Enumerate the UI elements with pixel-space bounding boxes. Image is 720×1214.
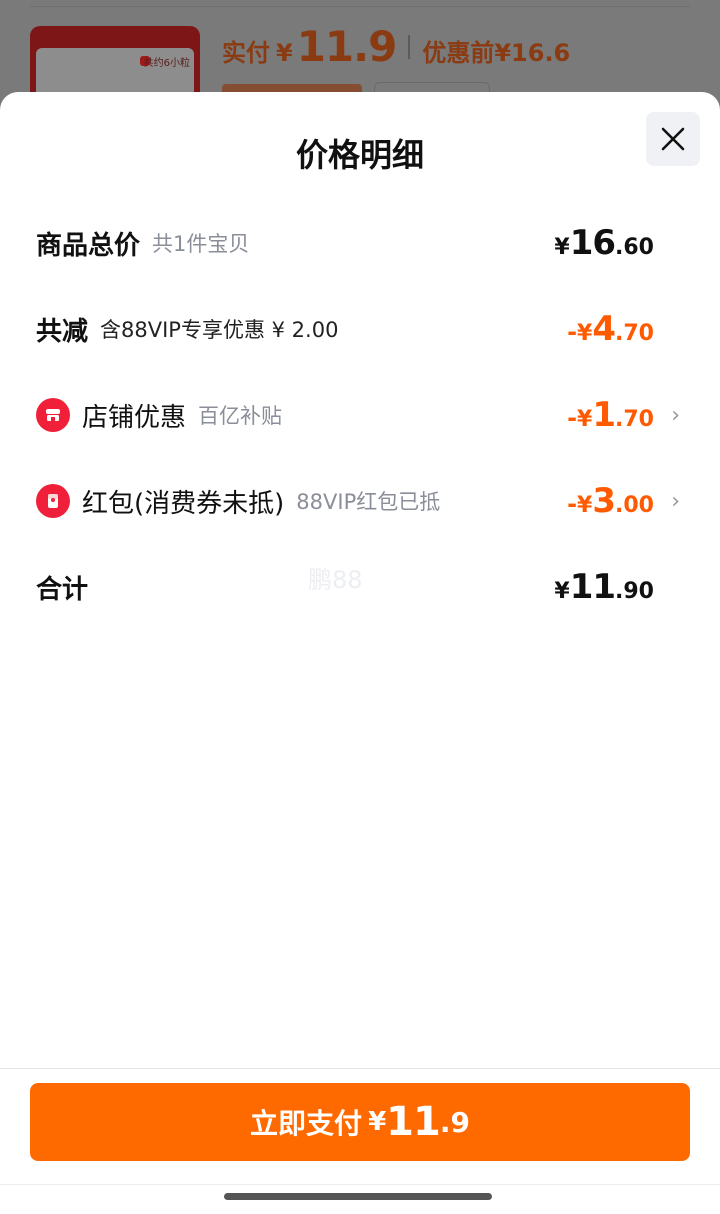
amount-integer: 1 xyxy=(592,395,616,435)
price-separator xyxy=(408,34,411,59)
original-price: ¥16.6 xyxy=(494,39,571,67)
goods-total-row: 商品总价 共1件宝贝 ¥ 16 .60 xyxy=(36,218,680,268)
pay-amount-decimal: .9 xyxy=(439,1105,470,1139)
background-price-row: 实付 ¥ 11.9 优惠前 ¥16.6 xyxy=(222,22,570,71)
yen-sign: ¥ xyxy=(577,407,593,432)
chevron-right-icon[interactable]: › xyxy=(658,489,680,514)
watermark: 鹏88 xyxy=(308,566,363,594)
chevron-right-icon[interactable]: › xyxy=(658,403,680,428)
paid-label: 实付 xyxy=(222,39,270,67)
goods-total-amount: ¥ 16 .60 xyxy=(554,223,654,263)
shop-icon xyxy=(36,398,70,432)
yen-sign: ¥ xyxy=(554,579,570,604)
bottom-pay-bar: 立即支付 ¥ 11 .9 xyxy=(0,1068,720,1198)
pay-amount-integer: 11 xyxy=(386,1099,441,1145)
amount-decimal: .90 xyxy=(615,579,654,604)
pay-button-label: 立即支付 xyxy=(250,1107,363,1140)
minus-sign: - xyxy=(567,490,578,518)
close-icon xyxy=(661,127,685,151)
red-packet-amount: - ¥ 3 .00 xyxy=(567,481,654,521)
pay-now-button[interactable]: 立即支付 ¥ 11 .9 xyxy=(30,1083,690,1161)
amount-decimal: .70 xyxy=(615,407,654,432)
total-discount-row: 共减 含88VIP专享优惠 ¥ 2.00 - ¥ 4 .70 xyxy=(36,304,680,354)
thumbnail-tag: 共约6小粒 xyxy=(143,58,190,69)
shop-discount-amount: - ¥ 1 .70 xyxy=(567,395,654,435)
paid-price: 11.9 xyxy=(296,22,398,71)
shop-discount-row[interactable]: 店铺优惠 百亿补贴 - ¥ 1 .70 › xyxy=(36,390,680,440)
goods-total-label: 商品总价 xyxy=(36,230,141,261)
amount-integer: 3 xyxy=(592,481,616,521)
total-discount-amount: - ¥ 4 .70 xyxy=(567,309,654,349)
red-packet-icon xyxy=(36,484,70,518)
yen-sign: ¥ xyxy=(554,235,570,260)
total-discount-label: 共减 xyxy=(36,316,89,347)
minus-sign: - xyxy=(567,318,578,346)
amount-decimal: .00 xyxy=(615,493,654,518)
sheet-title: 价格明细 xyxy=(295,136,424,174)
price-detail-sheet: 价格明细 商品总价 共1件宝贝 ¥ 16 .60 共减 含88VIP专享优惠 ¥… xyxy=(0,92,720,1214)
minus-sign: - xyxy=(567,404,578,432)
amount-integer: 16 xyxy=(569,223,616,263)
vip-discount-note: 含88VIP专享优惠 ¥ 2.00 xyxy=(100,318,339,342)
shop-discount-sub: 百亿补贴 xyxy=(198,404,283,428)
red-packet-sub: 88VIP红包已抵 xyxy=(296,490,441,514)
sum-amount: ¥ 11 .90 xyxy=(554,567,654,607)
paid-yen: ¥ xyxy=(276,39,293,67)
yen-sign: ¥ xyxy=(368,1107,387,1137)
amount-integer: 4 xyxy=(592,309,616,349)
goods-count: 共1件宝贝 xyxy=(152,232,250,256)
red-packet-row[interactable]: 红包(消费券未抵) 88VIP红包已抵 - ¥ 3 .00 › xyxy=(36,476,680,526)
amount-decimal: .60 xyxy=(615,235,654,260)
divider xyxy=(30,6,690,7)
shop-discount-label: 店铺优惠 xyxy=(82,402,187,433)
red-packet-label: 红包(消费券未抵) xyxy=(82,488,285,519)
close-button[interactable] xyxy=(646,112,700,166)
amount-integer: 11 xyxy=(569,567,616,607)
yen-sign: ¥ xyxy=(577,321,593,346)
sum-label: 合计 xyxy=(36,574,89,605)
home-divider xyxy=(0,1184,720,1185)
amount-decimal: .70 xyxy=(615,321,654,346)
home-indicator[interactable] xyxy=(224,1193,492,1200)
original-label: 优惠前 xyxy=(422,39,495,67)
yen-sign: ¥ xyxy=(577,493,593,518)
